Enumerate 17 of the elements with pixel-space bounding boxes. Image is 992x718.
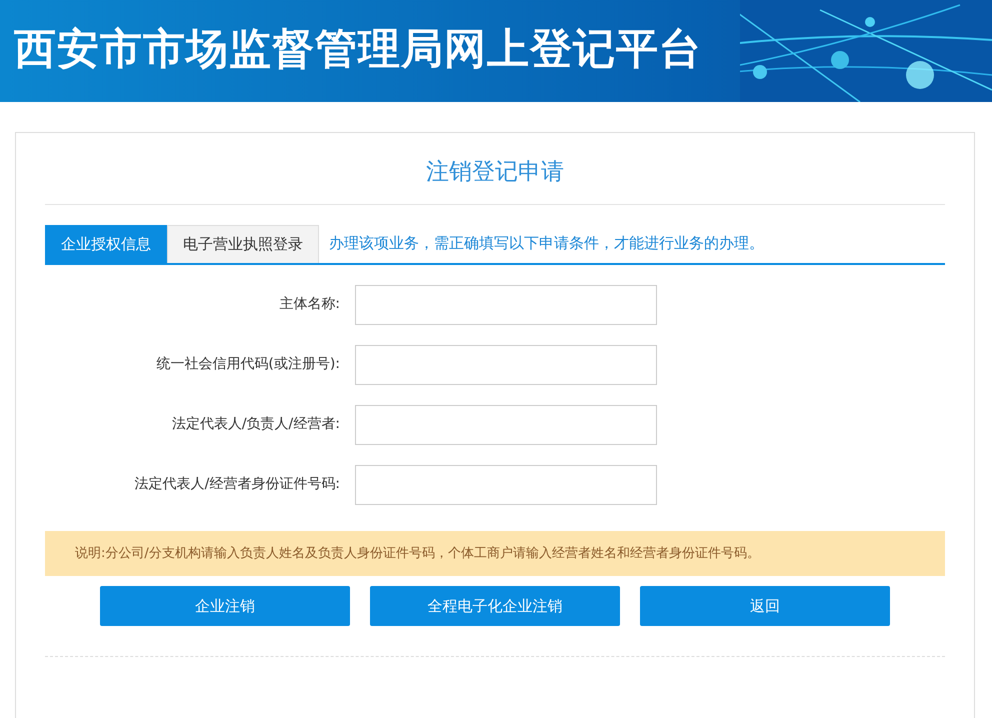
notice-text: 办理该项业务，需正确填写以下申请条件，才能进行业务的办理。 <box>328 233 764 254</box>
cancel-button[interactable]: 企业注销 <box>100 586 350 626</box>
input-field[interactable] <box>355 344 657 384</box>
back-button[interactable]: 返回 <box>640 586 890 626</box>
input-field[interactable] <box>355 404 657 444</box>
field-label: 法定代表人/经营者身份证件号码: <box>134 475 341 494</box>
field-label: 法定代表人/负责人/经营者: <box>170 415 341 434</box>
site-title: 西安市市场监督管理局网上登记平台 <box>14 24 702 74</box>
full-cancel-button[interactable]: 全程电子化企业注销 <box>370 586 620 626</box>
page-title: 注销登记申请 <box>45 133 945 204</box>
input-field[interactable] <box>355 464 657 504</box>
note-text: 说明:分公司/分支机构请输入负责人姓名及负责人身份证件号码，个体工商户请输入经营者姓名和经营者身份证件号码。 <box>45 530 945 576</box>
field-label: 主体名称: <box>278 295 341 314</box>
input-field[interactable] <box>355 284 657 324</box>
tab[interactable]: 电子营业执照登录 <box>167 224 319 262</box>
tab[interactable]: 企业授权信息 <box>45 224 167 262</box>
field-label: 统一社会信用代码(或注册号): <box>155 355 341 374</box>
